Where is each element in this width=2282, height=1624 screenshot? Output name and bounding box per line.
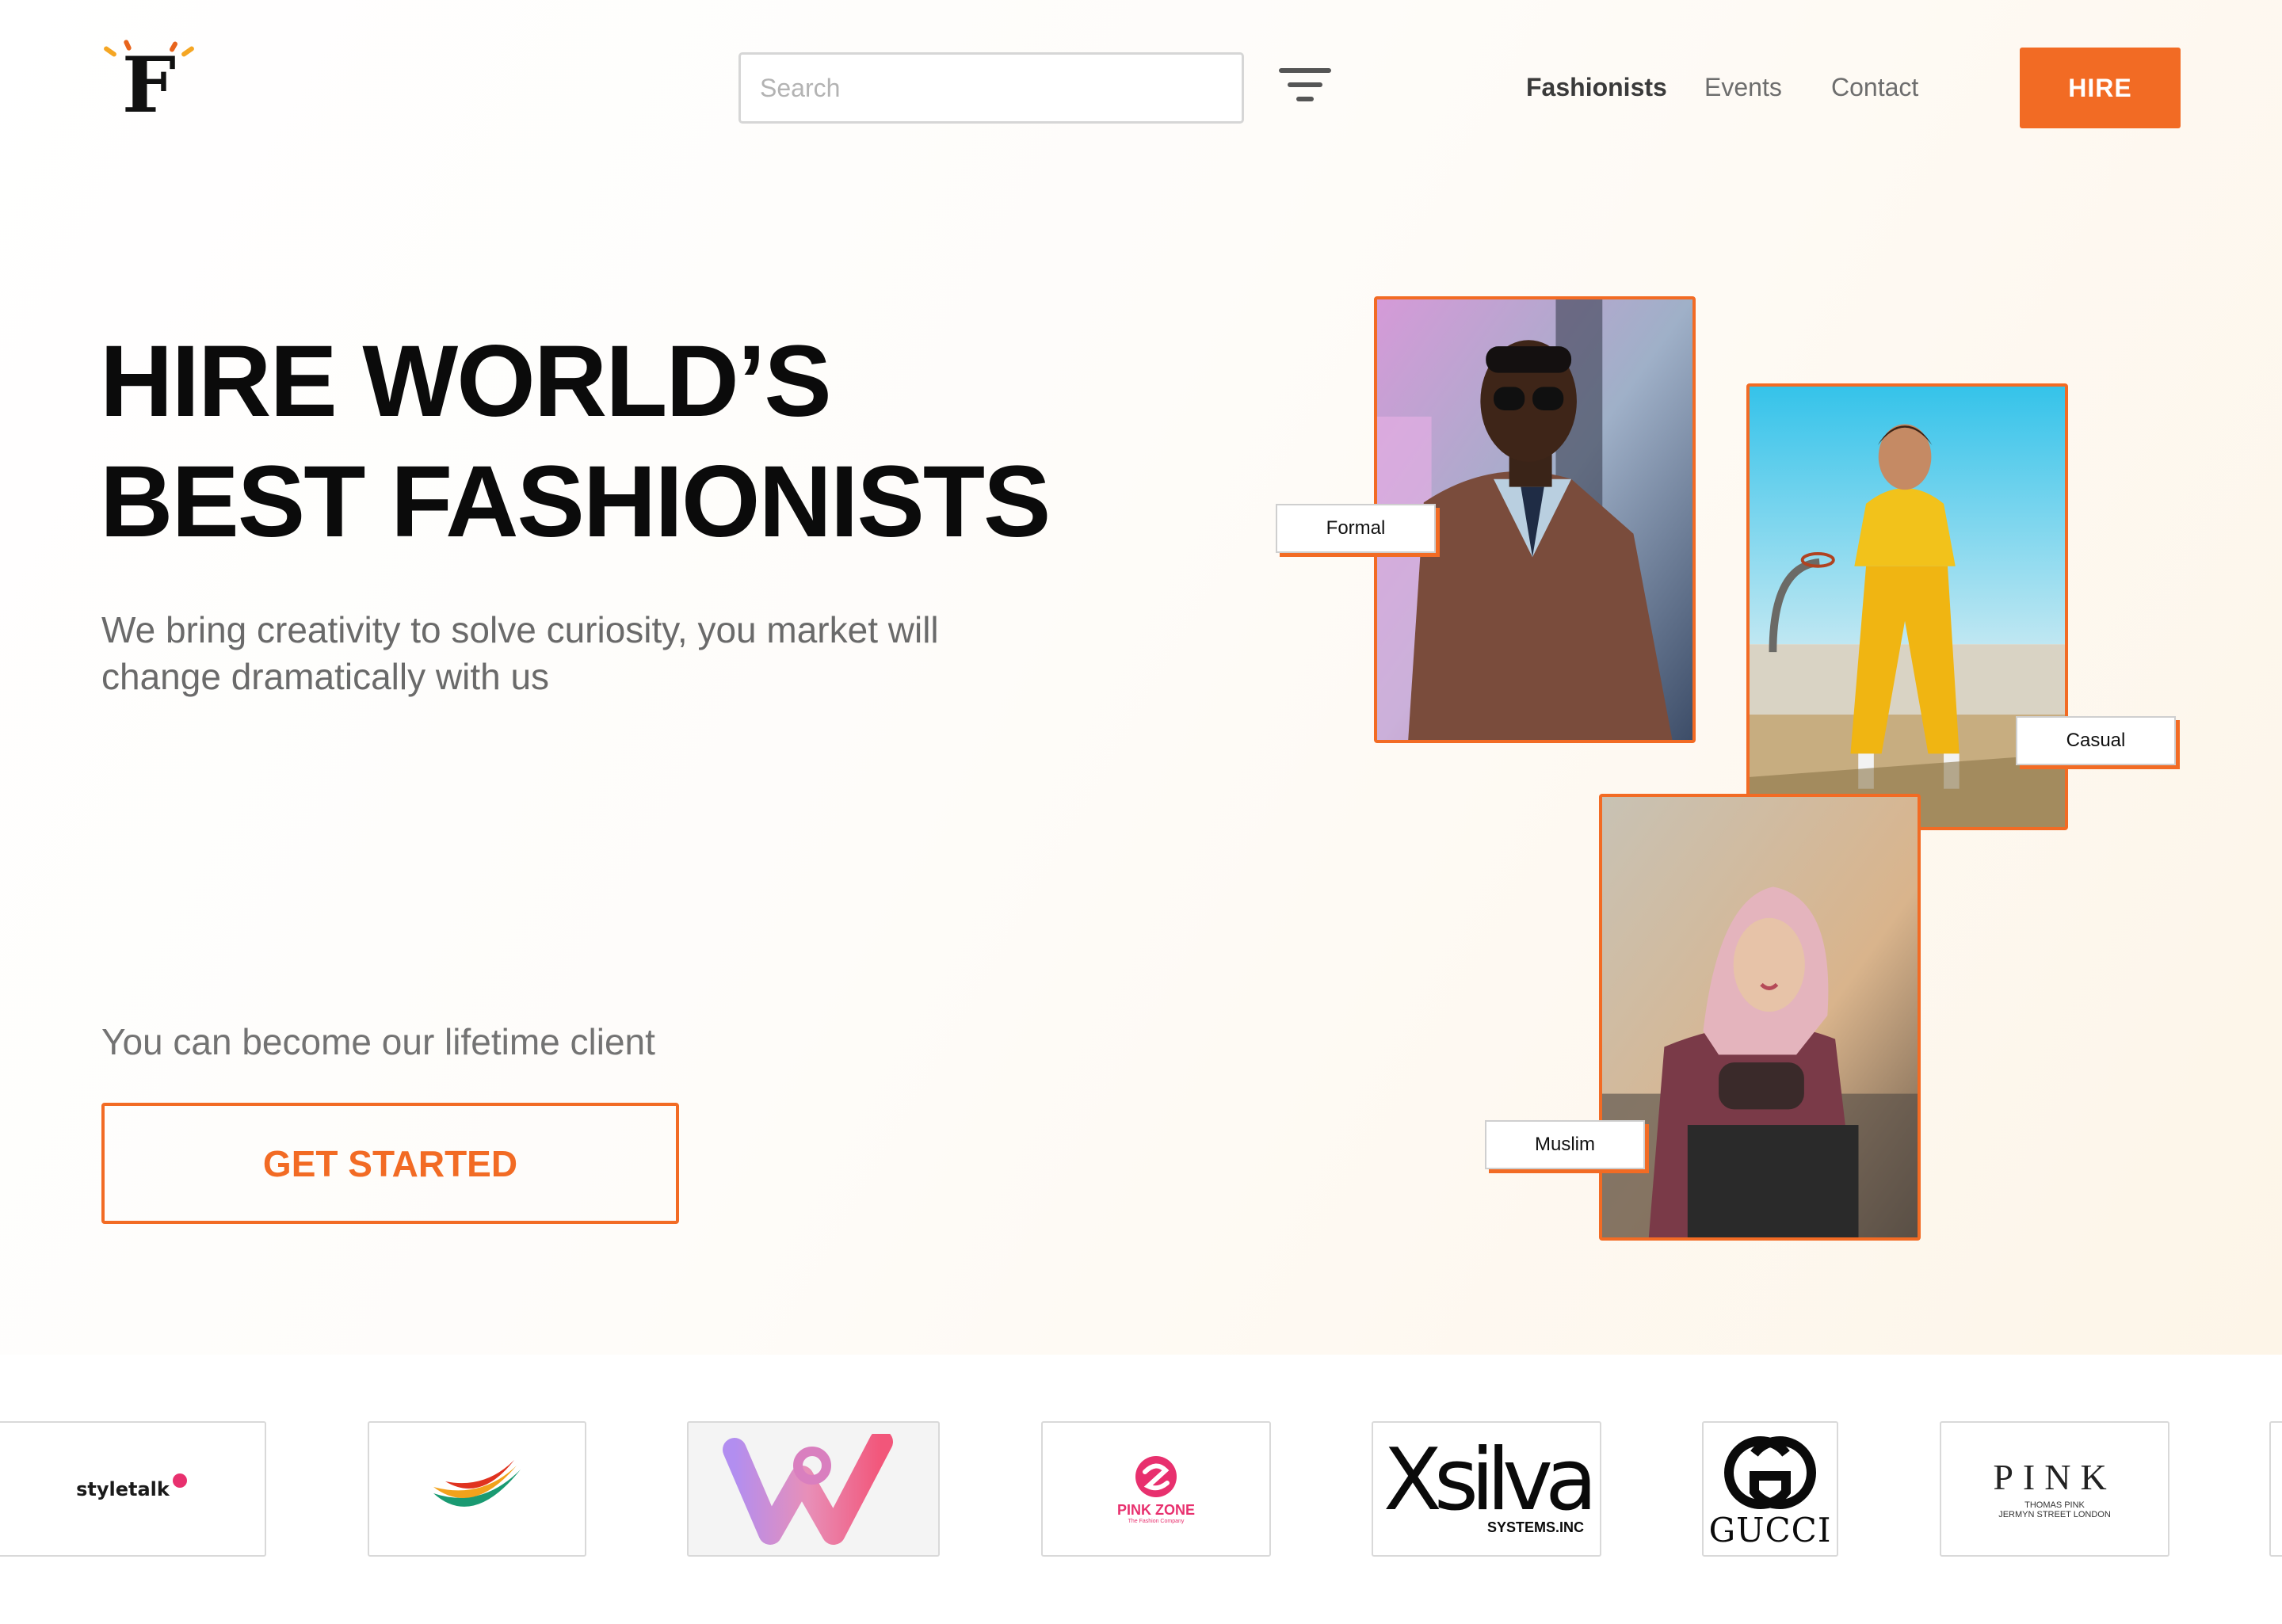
hire-button[interactable]: HIRE bbox=[2020, 48, 2181, 128]
brand-partial[interactable] bbox=[2269, 1421, 2282, 1557]
brand-swoosh[interactable] bbox=[368, 1421, 586, 1557]
brand-pinkzone[interactable]: PINK ZONE The Fashion Company bbox=[1041, 1421, 1271, 1557]
pinkzone-logo-text: PINK ZONE bbox=[1116, 1501, 1195, 1518]
search-input[interactable] bbox=[738, 52, 1244, 124]
pink-logo-text: PINK bbox=[1993, 1456, 2116, 1497]
nav-fashionists[interactable]: Fashionists bbox=[1526, 73, 1667, 102]
category-tag-formal[interactable]: Formal bbox=[1276, 504, 1436, 553]
brand-styletalk[interactable]: styletalk bbox=[0, 1421, 266, 1557]
filter-icon[interactable] bbox=[1279, 68, 1331, 108]
logo-letter: F bbox=[121, 40, 177, 130]
lifetime-text: You can become our lifetime client bbox=[101, 1021, 655, 1062]
brand-w[interactable] bbox=[687, 1421, 940, 1557]
hero-title: HIRE WORLD’S BEST FASHIONISTS bbox=[100, 322, 1130, 562]
logo-spark-icon bbox=[180, 45, 196, 58]
pinkzone-tagline: The Fashion Company bbox=[1128, 1518, 1185, 1524]
category-tag-muslim[interactable]: Muslim bbox=[1485, 1120, 1645, 1169]
styletalk-logo-text: styletalk bbox=[76, 1477, 170, 1500]
brand-gucci[interactable]: GUCCI bbox=[1702, 1421, 1838, 1557]
brand-xsilva[interactable]: Xsilva SYSTEMS.INC bbox=[1372, 1421, 1601, 1557]
get-started-button[interactable]: GET STARTED bbox=[101, 1103, 679, 1224]
swoosh-logo-icon bbox=[433, 1459, 521, 1507]
pinkzone-logo-icon bbox=[1135, 1455, 1177, 1497]
logo-spark-icon bbox=[102, 45, 118, 58]
nav-events[interactable]: Events bbox=[1704, 73, 1782, 102]
hero-subtitle: We bring creativity to solve curiosity, … bbox=[101, 609, 939, 697]
xsilva-logo-text: Xsilva bbox=[1383, 1431, 1597, 1531]
gucci-gg-icon bbox=[1724, 1435, 1816, 1509]
pink-logo-subtext: THOMAS PINK bbox=[2024, 1500, 2085, 1510]
hero-title-line: BEST FASHIONISTS bbox=[100, 445, 1051, 558]
styletalk-bubble-icon bbox=[172, 1473, 187, 1488]
photo-muslim[interactable] bbox=[1599, 794, 1921, 1241]
gucci-logo-text: GUCCI bbox=[1708, 1510, 1832, 1550]
xsilva-logo-subtext: SYSTEMS.INC bbox=[1486, 1519, 1584, 1535]
muslim-model-image bbox=[1602, 797, 1918, 1237]
w-logo-icon bbox=[722, 1433, 893, 1545]
category-tag-casual[interactable]: Casual bbox=[2016, 716, 2176, 765]
logo[interactable]: F bbox=[98, 38, 201, 125]
pink-logo-subtext: JERMYN STREET LONDON bbox=[1998, 1509, 2111, 1519]
hero-title-line: HIRE WORLD’S bbox=[100, 325, 832, 438]
nav-contact[interactable]: Contact bbox=[1831, 73, 1918, 102]
brand-pink[interactable]: PINK THOMAS PINK JERMYN STREET LONDON bbox=[1940, 1421, 2169, 1557]
